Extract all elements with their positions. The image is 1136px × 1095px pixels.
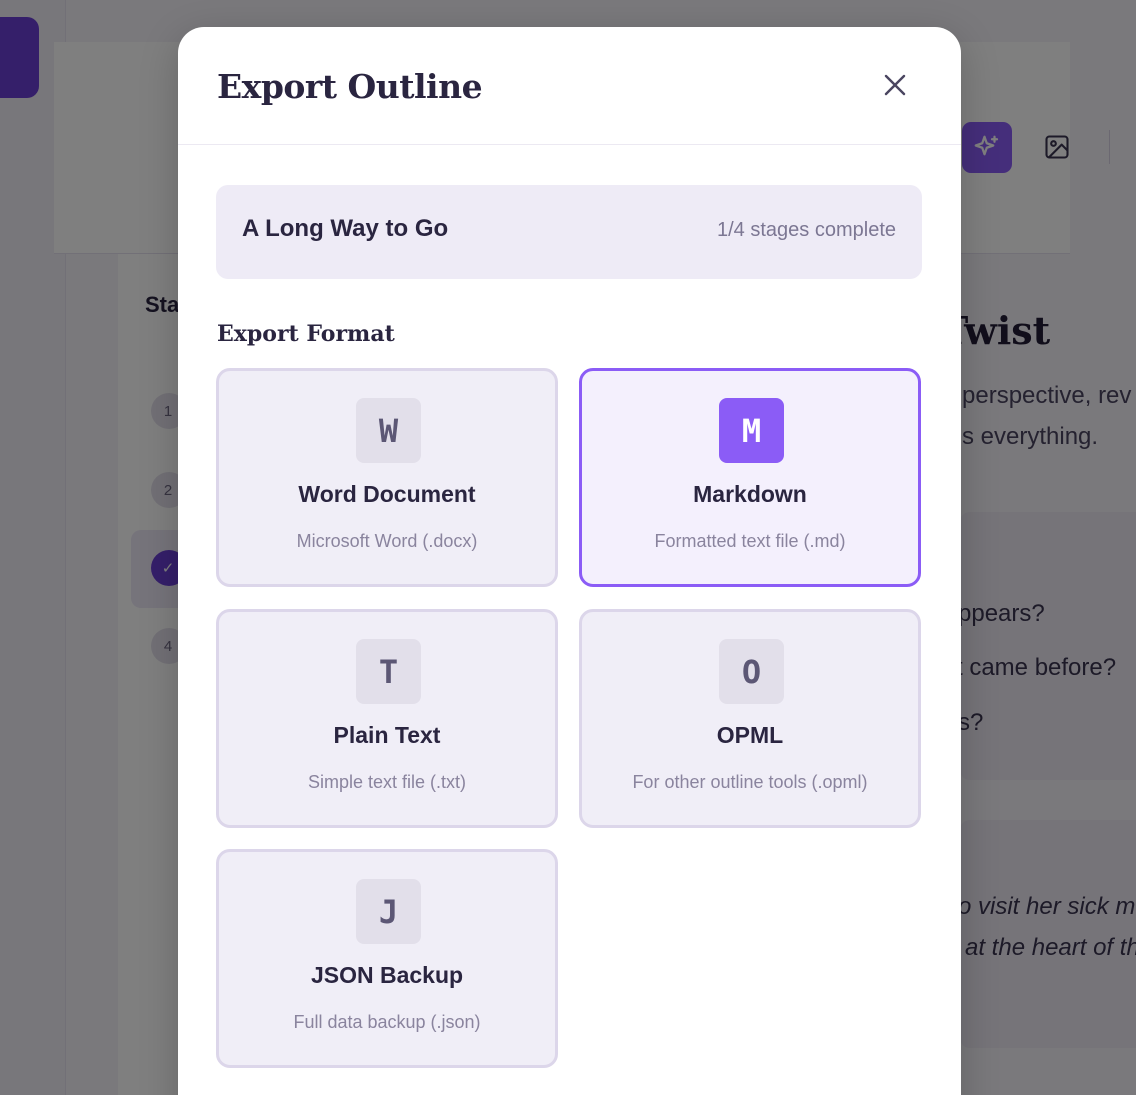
format-description: Simple text file (.txt)	[307, 772, 467, 792]
format-name: OPML	[716, 722, 784, 748]
format-badge: T	[356, 639, 421, 704]
project-name: A Long Way to Go	[242, 215, 449, 242]
format-option-opml[interactable]: O OPML For other outline tools (.opml)	[579, 609, 921, 828]
export-modal: Export Outline A Long Way to Go 1/4 stag…	[178, 27, 961, 1095]
project-progress: 1/4 stages complete	[717, 219, 896, 241]
modal-title: Export Outline	[217, 67, 483, 106]
format-badge: J	[356, 879, 421, 944]
export-format-label: Export Format	[217, 321, 395, 347]
format-description: Formatted text file (.md)	[654, 531, 846, 551]
format-option-markdown[interactable]: M Markdown Formatted text file (.md)	[579, 368, 921, 587]
format-badge: W	[356, 398, 421, 463]
format-name: Plain Text	[333, 722, 441, 748]
format-description: Microsoft Word (.docx)	[296, 531, 478, 551]
format-name: JSON Backup	[310, 962, 464, 988]
format-badge: M	[719, 398, 784, 463]
format-option-plain-text[interactable]: T Plain Text Simple text file (.txt)	[216, 609, 558, 828]
format-option-word[interactable]: W Word Document Microsoft Word (.docx)	[216, 368, 558, 587]
format-option-json[interactable]: J JSON Backup Full data backup (.json)	[216, 849, 558, 1068]
format-description: Full data backup (.json)	[293, 1012, 481, 1032]
close-icon	[884, 74, 906, 96]
project-banner: A Long Way to Go 1/4 stages complete	[216, 185, 922, 279]
format-name: Markdown	[693, 481, 807, 507]
close-button[interactable]	[875, 65, 915, 105]
format-badge: O	[719, 639, 784, 704]
format-name: Word Document	[298, 481, 476, 507]
modal-header: Export Outline	[178, 27, 961, 145]
format-description: For other outline tools (.opml)	[632, 772, 868, 792]
